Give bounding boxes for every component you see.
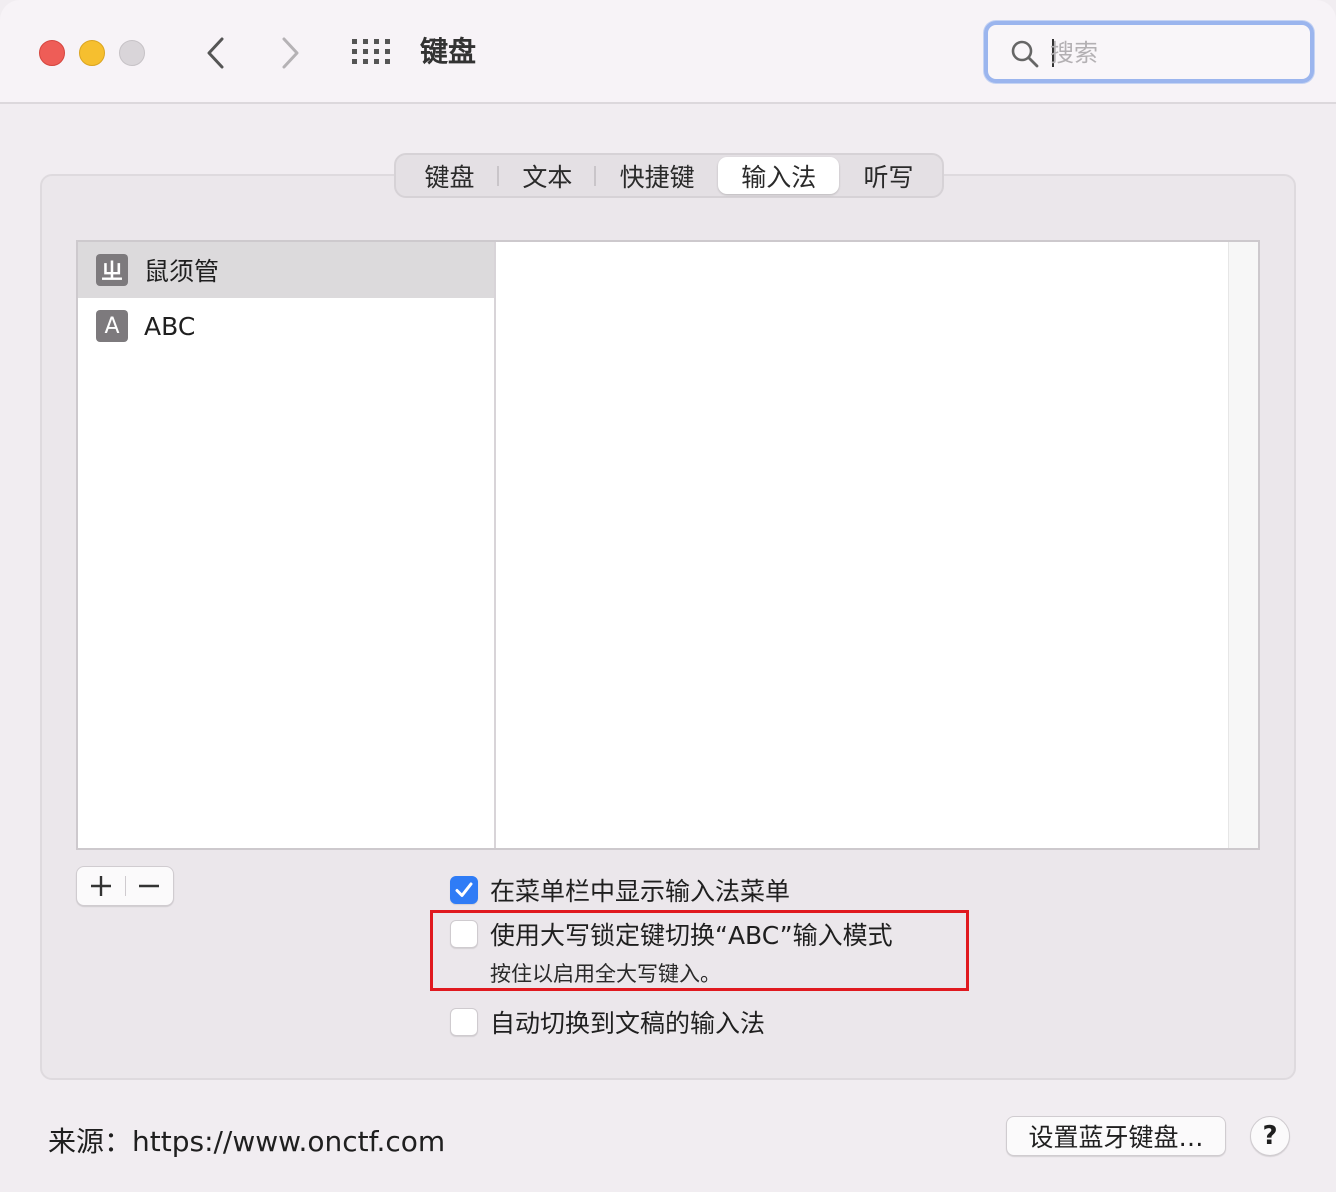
plus-icon — [90, 876, 111, 896]
abc-input-icon: A — [96, 310, 128, 342]
add-remove-control — [76, 866, 174, 906]
back-button[interactable] — [192, 30, 238, 76]
input-sources-box: ㄓ 鼠须管 A ABC — [76, 240, 1260, 850]
chevron-left-icon — [207, 37, 224, 69]
chevron-right-icon — [282, 37, 299, 69]
auto-switch-checkbox[interactable] — [450, 1008, 478, 1036]
search-input[interactable] — [1050, 33, 1300, 73]
minimize-button[interactable] — [79, 40, 105, 66]
show-menu-checkbox[interactable] — [450, 876, 478, 904]
input-source-list[interactable]: ㄓ 鼠须管 A ABC — [78, 242, 496, 848]
auto-switch-option[interactable]: 自动切换到文稿的输入法 — [450, 1004, 765, 1040]
add-input-source-button[interactable] — [77, 867, 125, 905]
list-item-abc[interactable]: A ABC — [78, 298, 494, 354]
squirrel-input-icon: ㄓ — [96, 254, 128, 286]
list-item-squirrel[interactable]: ㄓ 鼠须管 — [78, 242, 494, 298]
remove-input-source-button[interactable] — [125, 867, 173, 905]
zoom-button[interactable] — [119, 40, 145, 66]
minus-icon — [139, 884, 160, 888]
checkmark-icon — [455, 882, 473, 897]
keyboard-preferences-window: 键盘 键盘 文本 快捷键 输入法 听写 ㄓ 鼠须管 A ABC — [0, 0, 1336, 1192]
show-menu-option[interactable]: 在菜单栏中显示输入法菜单 — [450, 872, 790, 908]
search-icon — [1011, 40, 1039, 68]
tab-dictation[interactable]: 听写 — [839, 157, 938, 194]
scrollbar-track[interactable] — [1228, 242, 1258, 848]
source-watermark: 来源：https://www.onctf.com — [48, 1125, 446, 1158]
tab-shortcuts[interactable]: 快捷键 — [596, 157, 719, 194]
help-button[interactable]: ? — [1250, 1116, 1290, 1156]
grid-icon — [352, 39, 390, 64]
show-menu-label: 在菜单栏中显示输入法菜单 — [490, 877, 791, 906]
input-source-detail — [496, 242, 1228, 848]
tab-input-sources[interactable]: 输入法 — [718, 157, 840, 194]
title-bar: 键盘 — [0, 0, 1336, 104]
highlight-box — [430, 910, 969, 991]
list-item-label: 鼠须管 — [144, 257, 220, 286]
tab-bar: 键盘 文本 快捷键 输入法 听写 — [394, 153, 944, 198]
setup-bluetooth-keyboard-button[interactable]: 设置蓝牙键盘… — [1006, 1116, 1226, 1156]
tab-text[interactable]: 文本 — [499, 157, 596, 194]
forward-button[interactable] — [268, 30, 314, 76]
tab-keyboard[interactable]: 键盘 — [400, 157, 499, 194]
window-title: 键盘 — [420, 35, 477, 68]
search-field[interactable] — [984, 21, 1314, 83]
list-item-label: ABC — [144, 311, 196, 341]
close-button[interactable] — [39, 40, 65, 66]
auto-switch-label: 自动切换到文稿的输入法 — [490, 1009, 766, 1038]
show-all-button[interactable] — [348, 32, 394, 72]
